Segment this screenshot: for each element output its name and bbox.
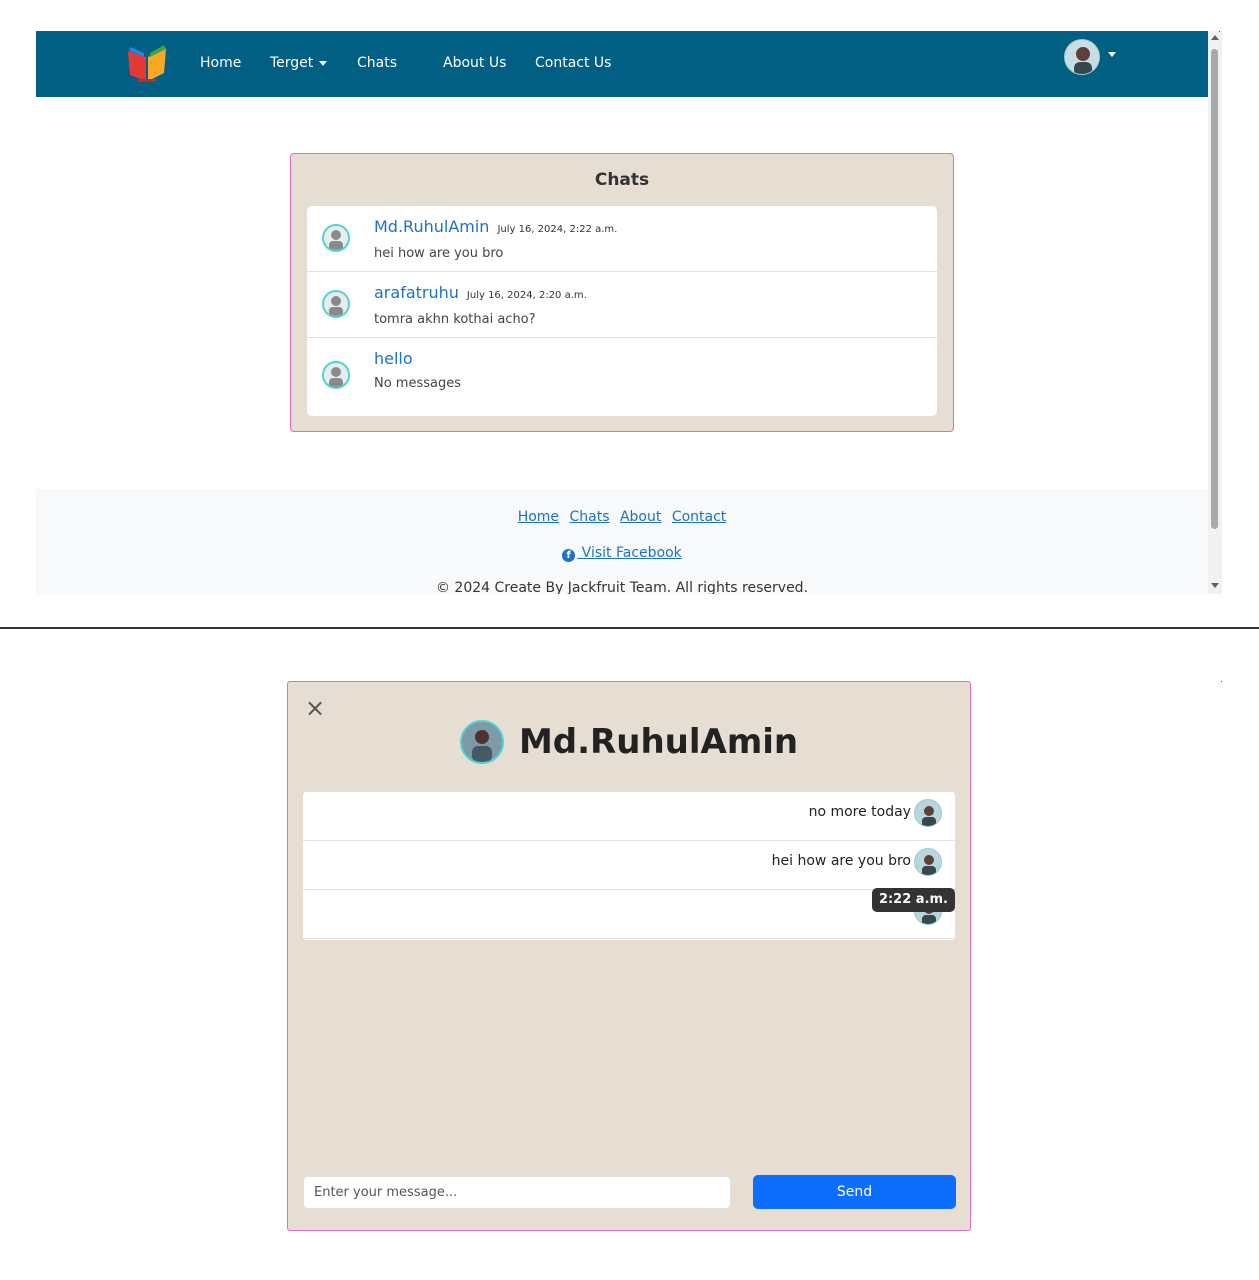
user-avatar-icon — [914, 799, 942, 827]
message-input[interactable] — [303, 1176, 731, 1209]
message-text: hei how are you bro — [771, 853, 911, 869]
nav-terget-dropdown[interactable]: Terget — [270, 55, 328, 71]
navbar: Home Terget Chats About Us Contact Us — [36, 31, 1208, 97]
nav-contact-link[interactable]: Contact Us — [535, 55, 611, 71]
user-avatar-icon[interactable] — [1064, 39, 1100, 75]
message-list: no more today hei how are you bro 2:22 a… — [303, 792, 955, 940]
message-text: no more today — [808, 804, 911, 820]
chat-contact-name[interactable]: arafatruhu July 16, 2024, 2:20 a.m. — [374, 283, 587, 302]
brand-logo-icon[interactable] — [124, 43, 170, 85]
divider — [0, 627, 1259, 629]
nav-chats-link[interactable]: Chats — [357, 55, 397, 71]
visit-facebook-label: Visit Facebook — [577, 545, 682, 561]
chat-window-title: Md.RuhulAmin — [518, 722, 799, 762]
footer-chats-link[interactable]: Chats — [570, 509, 610, 525]
chat-window-header: Md.RuhulAmin — [288, 720, 970, 772]
scroll-up-arrow-icon[interactable] — [1211, 35, 1219, 40]
user-avatar-icon — [322, 290, 350, 318]
footer-links: Home Chats About Contact — [36, 509, 1208, 525]
footer-home-link[interactable]: Home — [518, 509, 559, 525]
browser-viewport: Home Terget Chats About Us Contact Us Ch… — [36, 31, 1222, 594]
chats-card: Chats Md.RuhulAmin July 16, 2024, 2:22 a.… — [290, 153, 954, 432]
footer: Home Chats About Contact f Visit Faceboo… — [36, 489, 1208, 594]
scroll-down-arrow-icon[interactable] — [1211, 583, 1219, 588]
caret-down-icon[interactable] — [1108, 52, 1116, 57]
message-row: hei how are you bro — [303, 841, 955, 890]
chat-list: Md.RuhulAmin July 16, 2024, 2:22 a.m. hei… — [307, 206, 937, 416]
chat-timestamp: July 16, 2024, 2:20 a.m. — [466, 290, 587, 301]
message-time-tooltip: 2:22 a.m. — [871, 888, 955, 912]
scroll-thumb[interactable] — [1211, 49, 1218, 529]
page-scrollbar[interactable] — [1208, 31, 1222, 594]
chats-title: Chats — [594, 170, 650, 190]
close-icon[interactable]: × — [304, 696, 326, 720]
chat-timestamp: July 16, 2024, 2:22 a.m. — [497, 224, 618, 235]
copyright-text: © 2024 Create By Jackfruit Team. All rig… — [435, 580, 809, 594]
user-avatar-icon — [322, 361, 350, 389]
nav-about-link[interactable]: About Us — [443, 55, 506, 71]
user-avatar-icon — [914, 848, 942, 876]
caret-down-icon — [319, 60, 328, 66]
facebook-icon: f — [562, 549, 576, 562]
facebook-link-row: f Visit Facebook — [36, 545, 1208, 562]
nav-home-link[interactable]: Home — [200, 55, 241, 71]
chat-contact-name[interactable]: Md.RuhulAmin July 16, 2024, 2:22 a.m. — [374, 217, 617, 236]
dot — [1219, 31, 1220, 32]
visit-facebook-link[interactable]: f Visit Facebook — [562, 545, 682, 562]
dot — [1221, 681, 1222, 682]
chat-last-message: tomra akhn kothai acho? — [374, 312, 536, 327]
send-button[interactable]: Send — [753, 1175, 956, 1209]
chat-list-item[interactable]: arafatruhu July 16, 2024, 2:20 a.m. tomra… — [307, 272, 937, 338]
chat-window: × Md.RuhulAmin no more today hei how are… — [287, 681, 971, 1231]
chat-list-item[interactable]: Md.RuhulAmin July 16, 2024, 2:22 a.m. hei… — [307, 206, 937, 272]
chat-contact-name-text: Md.RuhulAmin — [374, 217, 490, 236]
footer-contact-link[interactable]: Contact — [672, 509, 726, 525]
chat-list-item[interactable]: hello No messages — [307, 338, 937, 416]
footer-about-link[interactable]: About — [620, 509, 661, 525]
chat-last-message: hei how are you bro — [374, 246, 504, 261]
chat-contact-name[interactable]: hello — [374, 349, 413, 368]
contact-avatar-icon — [459, 720, 504, 764]
chat-contact-name-text: arafatruhu — [374, 283, 459, 302]
chats-list-screen: Home Terget Chats About Us Contact Us Ch… — [0, 0, 1259, 628]
nav-terget-label: Terget — [270, 55, 314, 71]
chat-last-message: No messages — [374, 376, 462, 391]
message-row — [303, 890, 955, 939]
message-row: no more today — [303, 792, 955, 841]
user-avatar-icon — [322, 224, 350, 252]
